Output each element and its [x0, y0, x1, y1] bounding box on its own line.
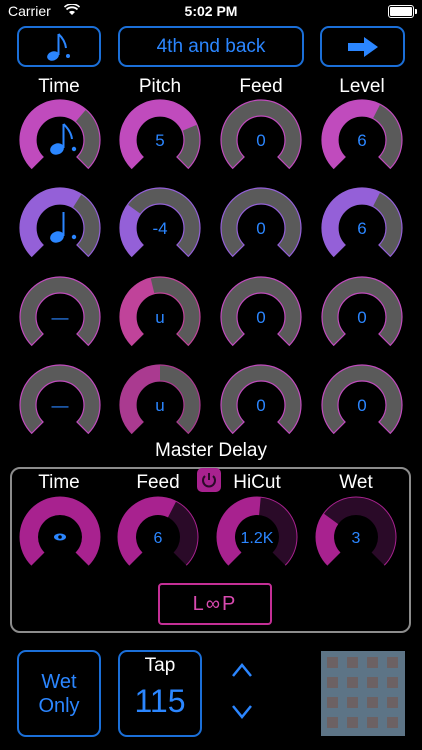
pad-cell — [327, 677, 338, 688]
pad-cell — [387, 657, 398, 668]
delay-knob-r1-pitch[interactable]: 5 — [119, 99, 201, 170]
knob-value: 0 — [256, 308, 265, 327]
tempo-down-button[interactable] — [228, 702, 256, 722]
pad-cell — [367, 657, 378, 668]
knob-value: 6 — [357, 131, 366, 150]
delay-knob-r3-time[interactable]: — — [19, 276, 101, 347]
pad-cell — [327, 657, 338, 668]
pad-cell — [327, 717, 338, 728]
knob-value: 5 — [155, 131, 164, 150]
master-header-wet: Wet — [339, 472, 373, 493]
delay-knob-r3-feed[interactable]: 0 — [220, 276, 302, 347]
pad-cell — [367, 717, 378, 728]
pad-cell — [327, 697, 338, 708]
arrow-right-icon — [347, 36, 378, 57]
knob-value: 0 — [256, 396, 265, 415]
dotted-eighth-note-icon — [50, 123, 77, 155]
master-header-feed: Feed — [136, 472, 180, 493]
pad-cell — [347, 677, 358, 688]
master-knobs: 6 1.2K 3 — [19, 496, 397, 566]
delay-knob-r1-time[interactable] — [19, 99, 101, 170]
tempo-value: 115 — [134, 683, 186, 719]
knob-value: 0 — [256, 131, 265, 150]
knob-value: 1.2K — [241, 530, 274, 547]
dotted-eighth-note-icon — [47, 32, 70, 61]
tap-label: Tap — [144, 655, 176, 676]
status-time: 5:02 PM — [184, 3, 238, 19]
delay-tap-knob-grid: 5 0 6 -4 0 6 — u 0 0 — u 0 0 — [19, 99, 403, 435]
delay-knob-r4-level[interactable]: 0 — [321, 364, 403, 435]
pad-cell — [367, 677, 378, 688]
pad-cell — [367, 697, 378, 708]
knob-value: — — [52, 396, 69, 415]
master-knob-hicut[interactable]: 1.2K — [216, 496, 298, 566]
eye-icon — [54, 533, 66, 541]
knob-value: 0 — [357, 308, 366, 327]
master-knob-wet[interactable]: 3 — [315, 496, 397, 566]
master-delay-title: Master Delay — [155, 440, 267, 461]
delay-knob-r2-feed[interactable]: 0 — [220, 187, 302, 258]
master-knob-time[interactable] — [19, 496, 101, 566]
pad-cell — [387, 697, 398, 708]
knob-value: 3 — [352, 530, 361, 547]
knob-value: 6 — [357, 219, 366, 238]
delay-knob-r1-level[interactable]: 6 — [321, 99, 403, 170]
preset-name-button[interactable]: 4th and back — [118, 26, 304, 67]
delay-knob-r3-level[interactable]: 0 — [321, 276, 403, 347]
pad-cell — [347, 717, 358, 728]
next-preset-button[interactable] — [320, 26, 405, 67]
note-value-button[interactable] — [17, 26, 101, 67]
delay-knob-r1-feed[interactable]: 0 — [220, 99, 302, 170]
master-header-hicut: HiCut — [233, 472, 281, 493]
status-bar: Carrier 5:02 PM — [0, 0, 422, 22]
tempo-up-button[interactable] — [228, 660, 256, 680]
knob-value: 6 — [154, 530, 163, 547]
chevron-up-icon — [232, 663, 252, 677]
knob-value: 0 — [357, 396, 366, 415]
wet-only-line2: Only — [38, 694, 80, 717]
knob-value: -4 — [152, 219, 167, 238]
tap-tempo-button[interactable]: Tap 115 — [118, 650, 202, 737]
delay-knob-r4-pitch[interactable]: u — [119, 364, 201, 435]
delay-knob-r2-level[interactable]: 6 — [321, 187, 403, 258]
delay-knob-r2-time[interactable] — [19, 187, 101, 258]
delay-knob-r4-time[interactable]: — — [19, 364, 101, 435]
battery-icon — [388, 5, 417, 18]
chevron-down-icon — [232, 705, 252, 719]
wet-only-line1: Wet — [41, 670, 77, 693]
knob-value: — — [52, 308, 69, 327]
wet-only-button[interactable]: Wet Only — [17, 650, 101, 737]
pad-cell — [387, 717, 398, 728]
knob-value: u — [155, 396, 164, 415]
master-knob-feed[interactable]: 6 — [117, 496, 199, 566]
pad-cell — [347, 657, 358, 668]
master-header-time: Time — [38, 472, 80, 493]
pad-cell — [387, 677, 398, 688]
pad-cell — [347, 697, 358, 708]
grid-pad-button[interactable] — [320, 650, 406, 737]
knob-value: u — [155, 308, 164, 327]
knob-value: 0 — [256, 219, 265, 238]
loop-button[interactable]: L∞P — [158, 583, 272, 625]
delay-knob-r3-pitch[interactable]: u — [119, 276, 201, 347]
delay-knob-r4-feed[interactable]: 0 — [220, 364, 302, 435]
delay-knob-r2-pitch[interactable]: -4 — [119, 187, 201, 258]
dotted-quarter-note-icon — [50, 212, 77, 243]
